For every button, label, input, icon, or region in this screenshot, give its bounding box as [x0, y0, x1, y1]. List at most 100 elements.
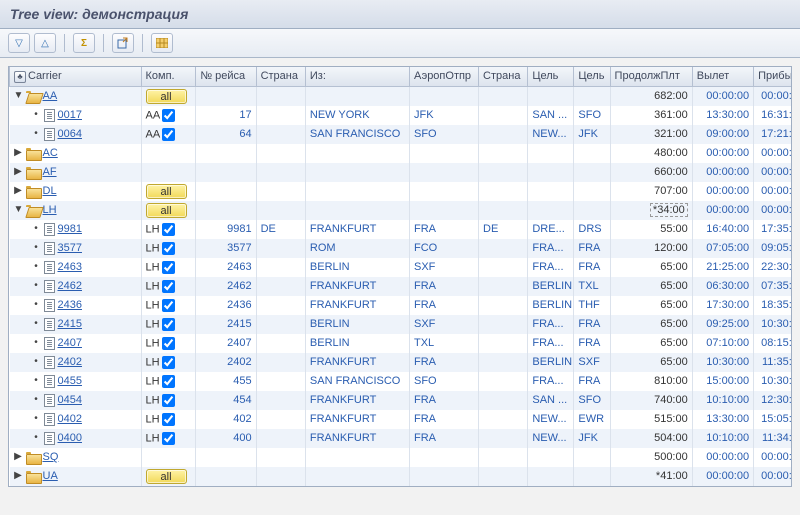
airport-from: FRA [414, 299, 436, 311]
row-checkbox[interactable] [162, 261, 175, 274]
column-header-flight[interactable]: № рейса [196, 67, 256, 86]
node-label[interactable]: AA [43, 90, 58, 102]
column-header-comp[interactable]: Комп. [141, 67, 196, 86]
node-label[interactable]: LH [43, 204, 57, 216]
row-checkbox[interactable] [162, 299, 175, 312]
arrive-time: 11:34:00 [762, 432, 792, 444]
expand-icon[interactable]: ▶ [14, 167, 23, 177]
bullet-icon: • [32, 414, 41, 424]
document-icon [44, 128, 55, 141]
node-label[interactable]: UA [43, 470, 58, 482]
column-header-country2[interactable]: Страна [479, 67, 528, 86]
flight-row[interactable]: •0402LH402FRANKFURTFRANEW...EWR515:0013:… [10, 410, 793, 429]
column-header-dest[interactable]: Цель [528, 67, 574, 86]
row-checkbox[interactable] [162, 280, 175, 293]
document-icon [44, 413, 55, 426]
row-checkbox[interactable] [162, 375, 175, 388]
expand-icon[interactable]: ▶ [14, 186, 23, 196]
node-label[interactable]: 0064 [58, 128, 82, 140]
node-label[interactable]: 0400 [58, 432, 82, 444]
flight-row[interactable]: •2436LH2436FRANKFURTFRABERLINTHF65:0017:… [10, 296, 793, 315]
flight-row[interactable]: •2407LH2407BERLINTXLFRA...FRA65:0007:10:… [10, 334, 793, 353]
column-header-dest2[interactable]: Цель [574, 67, 610, 86]
row-checkbox[interactable] [162, 432, 175, 445]
airport-from: SXF [414, 318, 435, 330]
row-checkbox[interactable] [162, 413, 175, 426]
airport-to: TXL [578, 280, 598, 292]
sum-icon[interactable]: Σ [73, 33, 95, 53]
flight-row[interactable]: •9981LH9981DEFRANKFURTFRADEDRE...DRS55:0… [10, 220, 793, 239]
flight-row[interactable]: •2463LH2463BERLINSXFFRA...FRA65:0021:25:… [10, 258, 793, 277]
flight-row[interactable]: •0064AA64SAN FRANCISCOSFONEW...JFK321:00… [10, 125, 793, 144]
row-checkbox[interactable] [162, 394, 175, 407]
folder-row[interactable]: ▶AC480:0000:00:0000:00:00 [10, 144, 793, 163]
column-header-depap[interactable]: АэропОтпр [410, 67, 479, 86]
row-checkbox[interactable] [162, 318, 175, 331]
node-label[interactable]: 0454 [58, 394, 82, 406]
node-label[interactable]: 0402 [58, 413, 82, 425]
collapse-all-icon[interactable]: △ [34, 33, 56, 53]
column-header-country[interactable]: Страна [256, 67, 305, 86]
all-button[interactable]: all [146, 89, 187, 104]
column-header-carrier[interactable]: ♣Carrier [10, 67, 142, 86]
node-label[interactable]: 2415 [58, 318, 82, 330]
row-checkbox[interactable] [162, 223, 175, 236]
depart-time: 16:40:00 [706, 223, 749, 235]
row-checkbox[interactable] [162, 128, 175, 141]
node-label[interactable]: 0017 [58, 109, 82, 121]
folder-row[interactable]: ▶DLall707:0000:00:0000:00:00 [10, 182, 793, 201]
node-label[interactable]: 3577 [58, 242, 82, 254]
flight-row[interactable]: •0455LH455SAN FRANCISCOSFOFRA...FRA810:0… [10, 372, 793, 391]
node-label[interactable]: 0455 [58, 375, 82, 387]
expand-icon[interactable]: ▶ [14, 452, 23, 462]
row-checkbox[interactable] [162, 109, 175, 122]
expand-all-icon[interactable]: ▽ [8, 33, 30, 53]
column-header-dep[interactable]: Вылет [692, 67, 753, 86]
column-header-dur[interactable]: ПродолжПлт [610, 67, 692, 86]
flight-row[interactable]: •0400LH400FRANKFURTFRANEW...JFK504:0010:… [10, 429, 793, 448]
all-button[interactable]: all [146, 203, 187, 218]
arrive-time: 00:00:00 [761, 204, 792, 216]
node-label[interactable]: DL [43, 185, 57, 197]
node-label[interactable]: 2436 [58, 299, 82, 311]
node-label[interactable]: AF [43, 166, 57, 178]
arrive-time: 00:00:00 [761, 451, 792, 463]
flight-row[interactable]: •2402LH2402FRANKFURTFRABERLINSXF65:0010:… [10, 353, 793, 372]
tree-grid: ♣CarrierКомп.№ рейсаСтранаИз:АэропОтпрСт… [8, 66, 792, 487]
node-label[interactable]: 9981 [58, 223, 82, 235]
node-label[interactable]: SQ [43, 451, 59, 463]
export-icon[interactable] [112, 33, 134, 53]
collapse-icon[interactable]: ▼ [14, 91, 23, 101]
flight-row[interactable]: •2462LH2462FRANKFURTFRABERLINTXL65:0006:… [10, 277, 793, 296]
node-label[interactable]: AC [43, 147, 58, 159]
flight-row[interactable]: •2415LH2415BERLINSXFFRA...FRA65:0009:25:… [10, 315, 793, 334]
flight-number: 2407 [227, 337, 251, 349]
row-checkbox[interactable] [162, 337, 175, 350]
expand-icon[interactable]: ▶ [14, 148, 23, 158]
carrier-code: LH [146, 223, 160, 235]
column-header-from[interactable]: Из: [305, 67, 409, 86]
flight-row[interactable]: •3577LH3577ROMFCOFRA...FRA120:0007:05:00… [10, 239, 793, 258]
expand-icon[interactable]: ▶ [14, 471, 23, 481]
flight-row[interactable]: •0017AA17NEW YORKJFKSAN ...SFO361:0013:3… [10, 106, 793, 125]
layout-icon[interactable] [151, 33, 173, 53]
node-label[interactable]: 2407 [58, 337, 82, 349]
row-checkbox[interactable] [162, 242, 175, 255]
folder-row[interactable]: ▶SQ500:0000:00:0000:00:00 [10, 448, 793, 467]
node-label[interactable]: 2462 [58, 280, 82, 292]
folder-row[interactable]: ▼AAall682:0000:00:0000:00:00 [10, 86, 793, 106]
column-header-arr[interactable]: Прибыт [754, 67, 792, 86]
duration: 65:00 [660, 318, 688, 330]
document-icon [44, 261, 55, 274]
row-checkbox[interactable] [162, 356, 175, 369]
city-from: FRANKFURT [310, 413, 376, 425]
all-button[interactable]: all [146, 469, 187, 484]
folder-row[interactable]: ▶UAall*41:0000:00:0000:00:00 [10, 467, 793, 486]
all-button[interactable]: all [146, 184, 187, 199]
node-label[interactable]: 2402 [58, 356, 82, 368]
folder-row[interactable]: ▶AF660:0000:00:0000:00:00 [10, 163, 793, 182]
node-label[interactable]: 2463 [58, 261, 82, 273]
collapse-icon[interactable]: ▼ [14, 205, 23, 215]
folder-row[interactable]: ▼LHall*34:0000:00:0000:00:00 [10, 201, 793, 220]
flight-row[interactable]: •0454LH454FRANKFURTFRASAN ...SFO740:0010… [10, 391, 793, 410]
